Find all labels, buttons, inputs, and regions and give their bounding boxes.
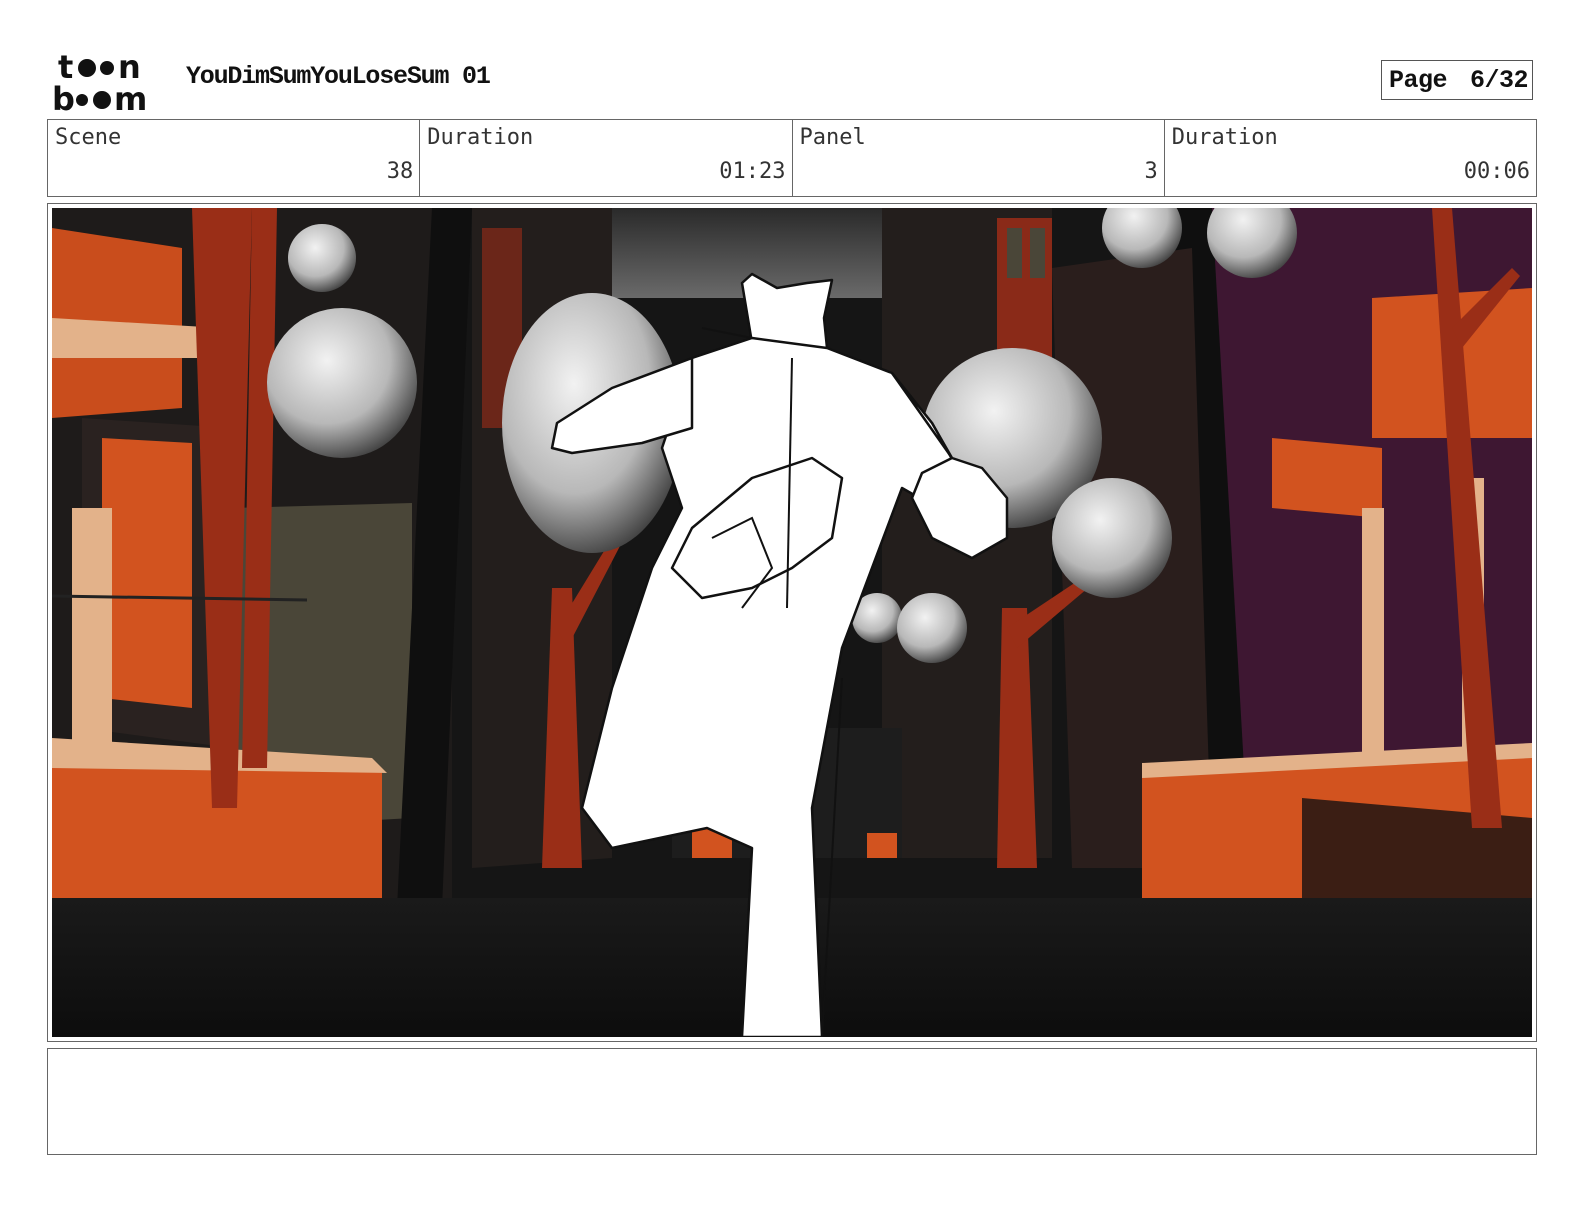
storyboard-panel-image xyxy=(52,208,1532,1037)
scene-duration-value: 01:23 xyxy=(719,159,786,184)
page-indicator: Page 6/32 xyxy=(1381,60,1533,100)
svg-text:b: b xyxy=(52,80,75,112)
panel-cell: Panel 3 xyxy=(793,120,1165,196)
scene-duration-label: Duration xyxy=(427,125,534,150)
document-title: YouDimSumYouLoseSum 01 xyxy=(186,62,491,91)
svg-text:m: m xyxy=(114,80,147,112)
panel-info-strip: Scene 38 Duration 01:23 Panel 3 Duration… xyxy=(47,119,1537,197)
scene-label: Scene xyxy=(55,125,122,150)
page-label: Page xyxy=(1389,65,1448,95)
scene-number: 38 xyxy=(386,159,414,184)
panel-illustration xyxy=(52,208,1532,1037)
panel-duration-label: Duration xyxy=(1171,125,1278,150)
scene-duration-cell: Duration 01:23 xyxy=(420,120,793,196)
panel-number: 3 xyxy=(1144,159,1158,184)
panel-notes-box[interactable] xyxy=(47,1048,1537,1155)
toon-boom-logo: t n b m xyxy=(52,50,147,112)
panel-duration-value: 00:06 xyxy=(1463,159,1530,184)
panel-label: Panel xyxy=(799,125,866,150)
scene-cell: Scene 38 xyxy=(48,120,421,196)
page-number: 6/32 xyxy=(1469,65,1529,95)
panel-duration-cell: Duration 00:06 xyxy=(1165,120,1536,196)
